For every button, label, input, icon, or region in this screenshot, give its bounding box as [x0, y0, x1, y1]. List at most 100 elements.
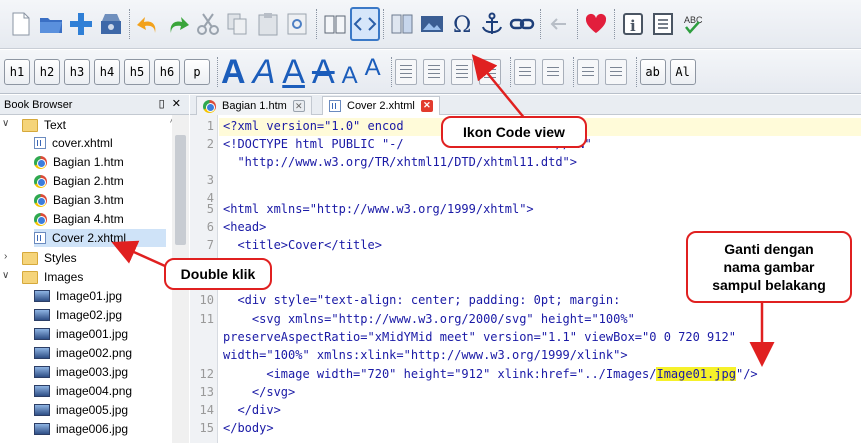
underline-button[interactable]: A: [282, 55, 305, 89]
align-right-button[interactable]: [450, 58, 473, 85]
callout-text: sampul belakang: [712, 277, 826, 294]
decrease-indent-button[interactable]: [576, 58, 599, 85]
code-line: <div style="text-align: center; padding:…: [223, 293, 621, 307]
image-file-icon: [34, 366, 50, 378]
image-item[interactable]: Image01.jpg: [34, 287, 122, 305]
folder-styles[interactable]: Styles: [22, 249, 77, 267]
toc-icon[interactable]: [648, 7, 678, 41]
image-item[interactable]: Image02.jpg: [34, 306, 122, 324]
image-item[interactable]: image006.jpg: [34, 420, 128, 438]
heart-icon[interactable]: [581, 7, 611, 41]
file-item[interactable]: Bagian 3.htm: [34, 191, 124, 209]
file-item[interactable]: Bagian 1.htm: [34, 153, 124, 171]
callout-text: Ganti dengan: [724, 240, 814, 257]
open-folder-icon[interactable]: [36, 7, 66, 41]
file-item[interactable]: Bagian 4.htm: [34, 210, 124, 228]
align-justify-button[interactable]: [478, 58, 501, 85]
image-item[interactable]: image002.png: [34, 344, 132, 362]
file-item-selected[interactable]: Cover 2.xhtml: [34, 229, 166, 247]
image-item[interactable]: image005.jpg: [34, 401, 128, 419]
heading-3-button[interactable]: h3: [64, 58, 90, 85]
bullet-list-button[interactable]: [513, 58, 536, 85]
copy-icon[interactable]: [223, 7, 253, 41]
anchor-icon[interactable]: [477, 7, 507, 41]
add-plus-icon[interactable]: [66, 7, 96, 41]
book-view-icon[interactable]: [320, 7, 350, 41]
code-text: "/>: [735, 367, 758, 381]
code-line: <html xmlns="http://www.w3.org/1999/xhtm…: [223, 202, 534, 216]
paragraph-button[interactable]: p: [184, 58, 210, 85]
heading-1-button[interactable]: h1: [4, 58, 30, 85]
insert-image-icon[interactable]: [417, 7, 447, 41]
chevron-right-icon[interactable]: ›: [4, 251, 7, 262]
close-tab-icon[interactable]: ✕: [292, 100, 305, 112]
tab-cover-2[interactable]: Cover 2.xhtml ✕: [322, 96, 440, 115]
code-view-icon[interactable]: [350, 7, 380, 41]
chrome-icon: [34, 193, 47, 207]
folder-icon: [22, 251, 38, 265]
subscript-button[interactable]: A: [342, 56, 358, 88]
xhtml-file-icon: [329, 100, 341, 112]
tab-bagian-1[interactable]: Bagian 1.htm ✕: [196, 96, 312, 115]
folder-images[interactable]: Images: [22, 268, 83, 286]
code-text: <!DOCTYPE html PUBLIC "-/: [223, 137, 404, 151]
scrollbar-thumb[interactable]: [175, 135, 186, 245]
code-line: <head>: [223, 220, 267, 234]
book-browser-header: Book Browser ▯ ✕: [0, 95, 189, 115]
heading-5-button[interactable]: h5: [124, 58, 150, 85]
panel-controls[interactable]: ▯ ✕: [159, 97, 183, 110]
image-item[interactable]: image001.jpg: [34, 325, 128, 343]
toolbar-separator: [217, 56, 218, 87]
numbered-list-button[interactable]: [541, 58, 564, 85]
image-item[interactable]: image004.png: [34, 382, 132, 400]
cut-icon[interactable]: [193, 7, 223, 41]
line-number: 13: [199, 385, 214, 399]
callout-text: Double klik: [180, 265, 256, 282]
close-panel-icon[interactable]: ✕: [172, 98, 183, 110]
image-label: Image02.jpg: [56, 308, 123, 322]
line-number: 10: [199, 293, 214, 307]
code-line: <image width="720" height="912" xlink:hr…: [223, 367, 758, 381]
close-tab-icon[interactable]: ✕: [420, 100, 433, 112]
chevron-down-icon[interactable]: ∨: [2, 270, 9, 281]
file-item[interactable]: cover.xhtml: [34, 134, 113, 152]
strikethrough-button[interactable]: A: [312, 55, 335, 89]
new-file-icon[interactable]: [6, 7, 36, 41]
xhtml-file-icon: [34, 137, 46, 149]
bold-button[interactable]: A: [221, 55, 246, 89]
float-panel-icon[interactable]: ▯: [159, 98, 167, 110]
split-view-icon[interactable]: [387, 7, 417, 41]
omega-special-char-icon[interactable]: Ω: [447, 7, 477, 41]
superscript-button[interactable]: A: [365, 55, 381, 88]
code-text: <?xml version="1.0" encod: [223, 119, 404, 133]
spellcheck-icon[interactable]: ABC: [678, 7, 708, 41]
image-label: image005.jpg: [56, 403, 129, 417]
back-arrow-icon[interactable]: [544, 7, 574, 41]
redo-icon[interactable]: [163, 7, 193, 41]
align-center-button[interactable]: [422, 58, 445, 85]
italic-button[interactable]: A: [253, 55, 276, 89]
image-file-icon: [34, 423, 50, 435]
heading-2-button[interactable]: h2: [34, 58, 60, 85]
align-left-button[interactable]: [394, 58, 417, 85]
heading-4-button[interactable]: h4: [94, 58, 120, 85]
chevron-down-icon[interactable]: ∨: [2, 118, 9, 129]
undo-icon[interactable]: [133, 7, 163, 41]
lowercase-button[interactable]: ab: [639, 58, 666, 85]
file-label: Bagian 3.htm: [53, 193, 124, 207]
format-toolbar: h1 h2 h3 h4 h5 h6 p A A A A A A ab Al: [0, 50, 861, 94]
image-item[interactable]: image003.jpg: [34, 363, 128, 381]
chrome-icon: [34, 174, 47, 188]
info-icon[interactable]: i: [618, 7, 648, 41]
file-item[interactable]: Bagian 2.htm: [34, 172, 124, 190]
increase-indent-button[interactable]: [604, 58, 627, 85]
titlecase-button[interactable]: Al: [669, 58, 696, 85]
line-number: 12: [199, 367, 214, 381]
heading-6-button[interactable]: h6: [154, 58, 180, 85]
paste-icon[interactable]: [253, 7, 283, 41]
link-icon[interactable]: [507, 7, 537, 41]
preview-icon[interactable]: [283, 7, 313, 41]
folder-text[interactable]: Text: [22, 116, 66, 134]
save-icon[interactable]: [96, 7, 126, 41]
image-file-icon: [34, 309, 50, 321]
